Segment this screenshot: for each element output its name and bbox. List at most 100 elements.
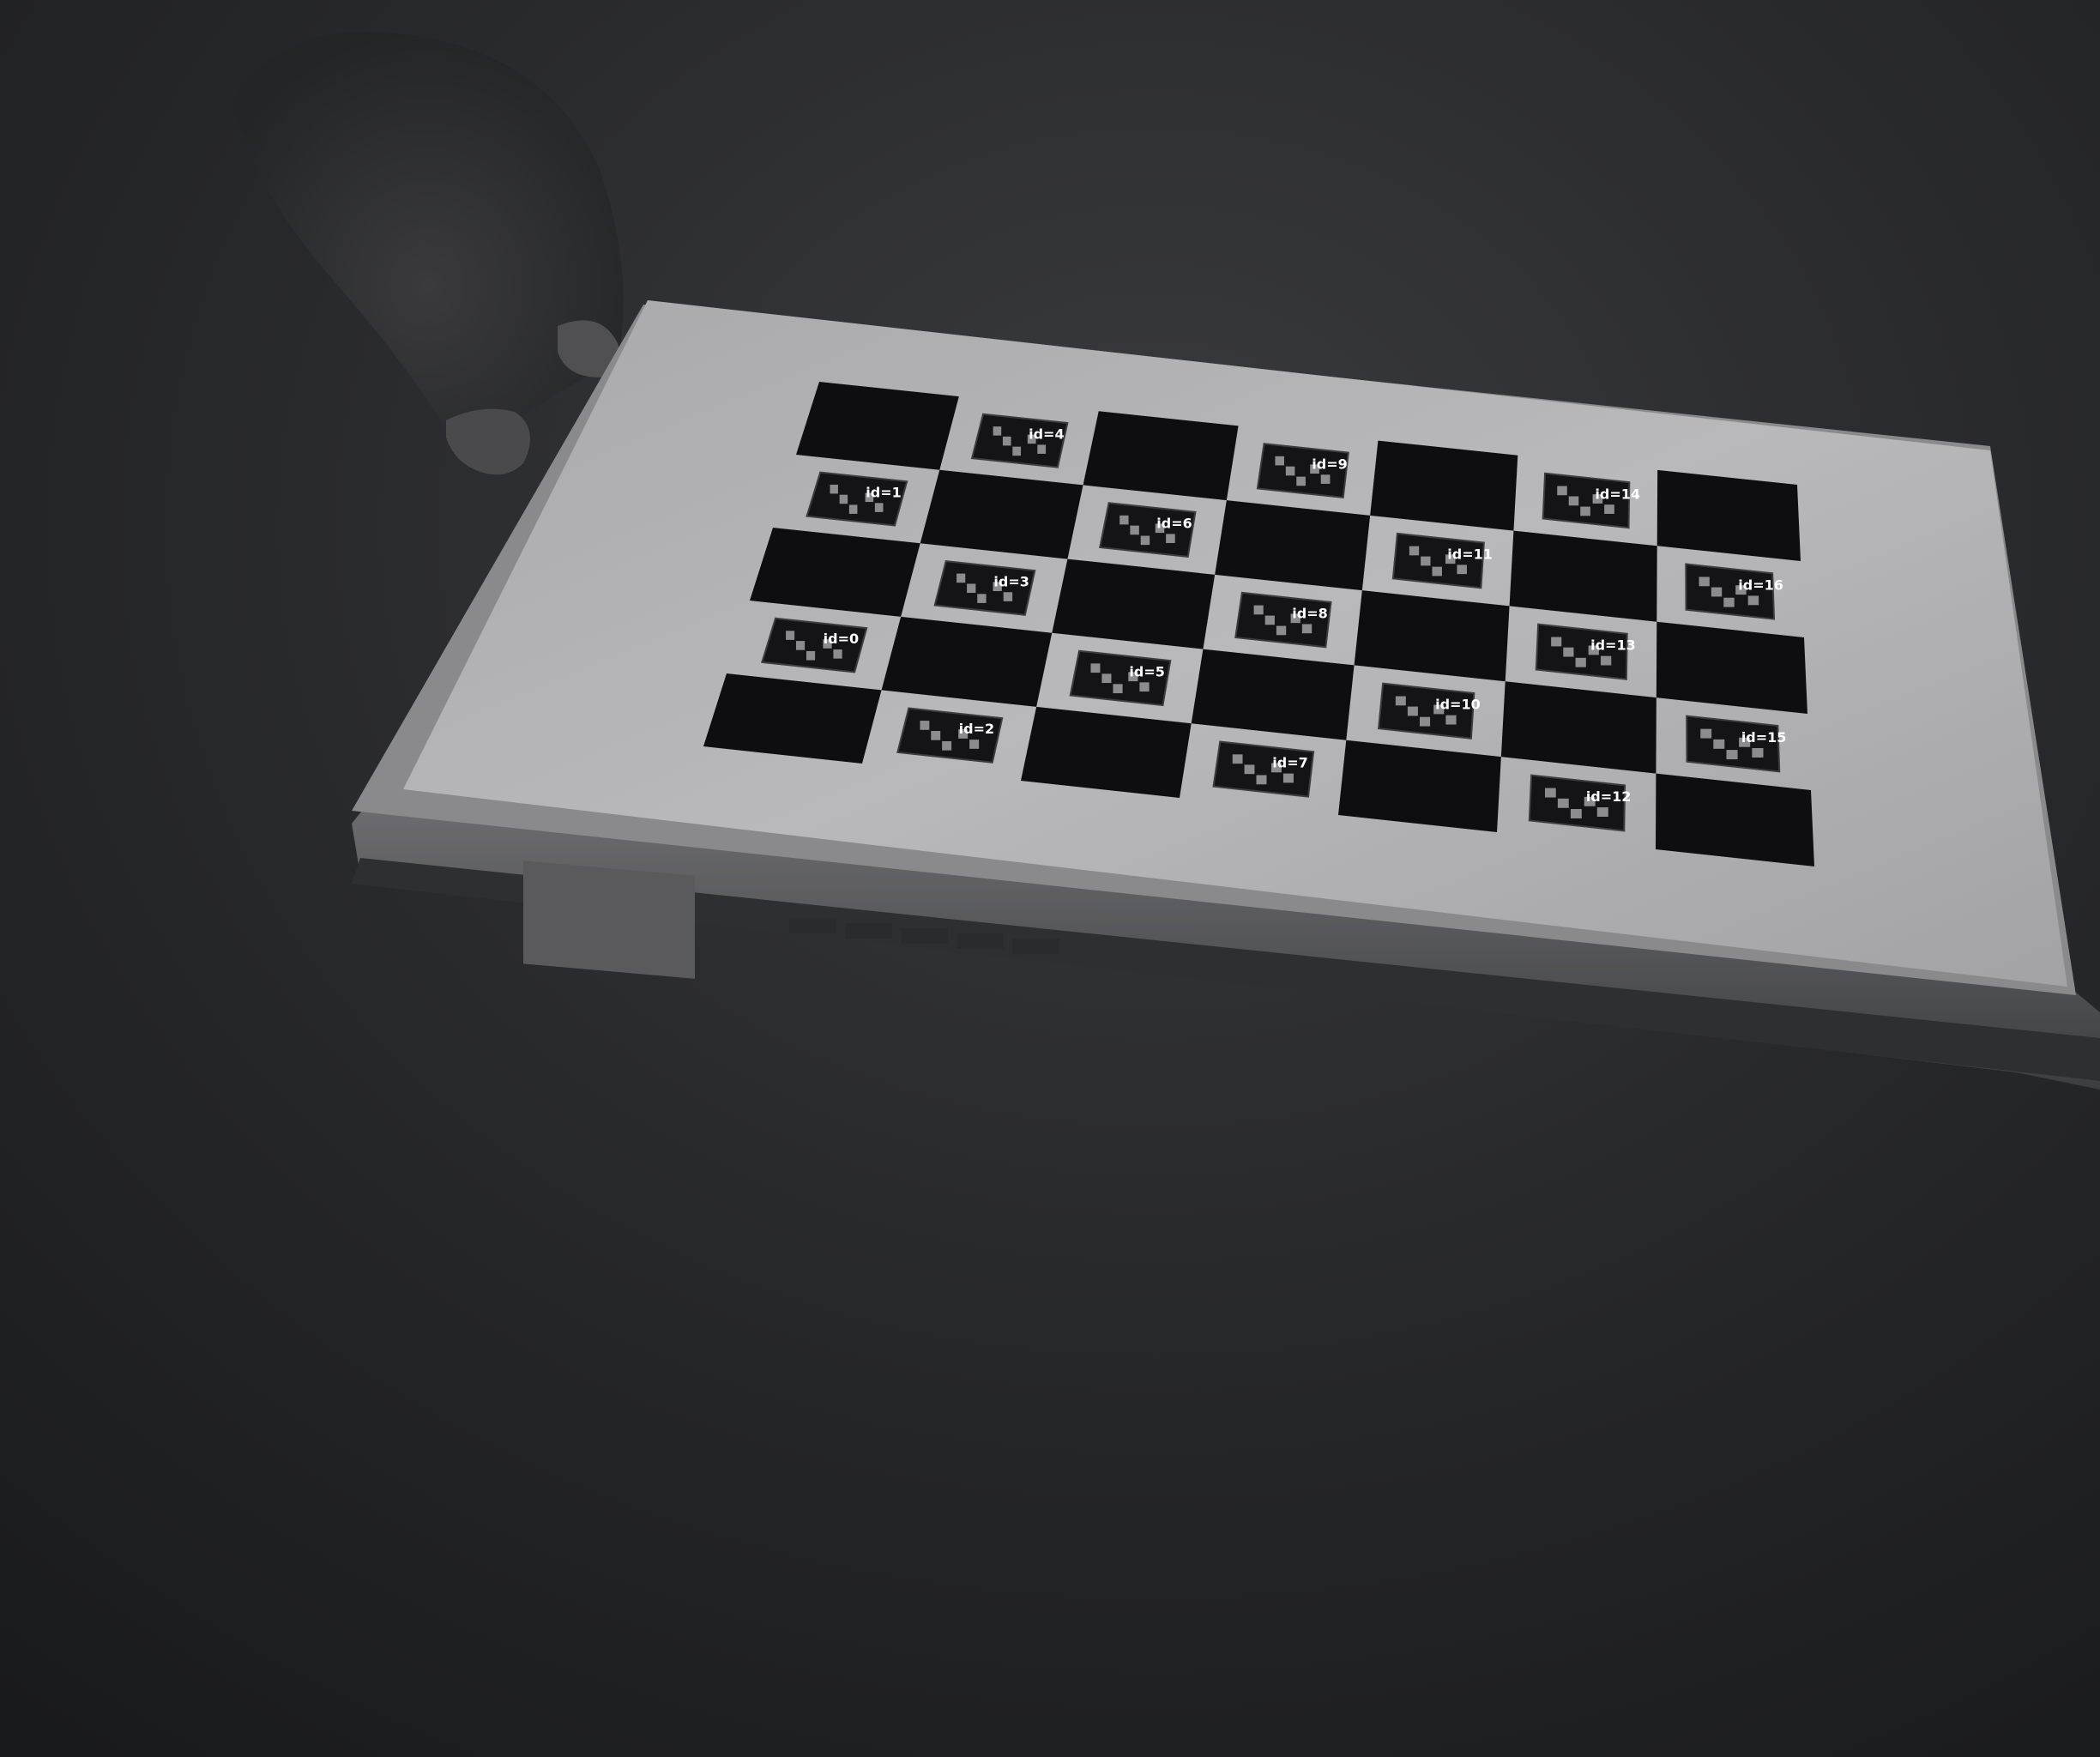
marker-bit (1012, 446, 1022, 456)
marker-bit (993, 426, 1002, 436)
marker-bit (1726, 750, 1738, 760)
aruco-marker: id=8 (1234, 591, 1332, 649)
marker-id-label: id=11 (1447, 546, 1493, 563)
aruco-marker: id=1 (806, 471, 908, 527)
marker-bit (1752, 748, 1764, 758)
checker-square (1509, 530, 1657, 622)
marker-bit (1253, 605, 1264, 615)
marker-bit (1037, 444, 1047, 454)
marker-bit (1544, 788, 1556, 798)
marker-bit (1711, 587, 1723, 597)
marker-bit (1563, 647, 1574, 657)
marker-bit (874, 503, 884, 512)
checker-square (1215, 500, 1371, 591)
checker-square (1656, 621, 1807, 714)
marker-bit (1445, 715, 1457, 725)
marker-bit (1713, 739, 1725, 749)
marker-bit (1575, 657, 1586, 667)
marker-bit (1699, 577, 1710, 587)
marker-id-label: id=16 (1738, 577, 1783, 594)
marker-bit (1747, 595, 1759, 606)
aruco-marker: id=13 (1535, 623, 1636, 680)
marker-bit (1457, 565, 1467, 575)
marker-id-label: id=4 (1029, 426, 1064, 443)
marker-bit (848, 504, 858, 514)
marker-bit (1166, 534, 1175, 544)
marker-id-label: id=3 (993, 573, 1029, 589)
checker-square (1083, 411, 1239, 501)
marker-bit (830, 484, 838, 494)
aruco-marker: id=16 (1685, 563, 1783, 620)
marker-bit (1580, 506, 1590, 516)
checker-square (796, 382, 959, 470)
marker-bit (1419, 716, 1431, 727)
marker-bit (1276, 625, 1287, 636)
marker-id-label: id=2 (959, 721, 994, 737)
aruco-marker: id=4 (970, 413, 1069, 468)
marker-bit (806, 650, 816, 661)
camera-frame: id=0 id=1 id=2 id=3 id=4 id=5 id=6 id=7 id=8 id=9… (0, 0, 2100, 1757)
marker-bit (931, 731, 941, 740)
marker-bit (1604, 504, 1614, 514)
marker-bit (1275, 456, 1284, 466)
marker-bit (833, 649, 842, 659)
marker-id-label: id=7 (1272, 755, 1307, 771)
marker-bit (956, 573, 966, 583)
aruco-marker: id=9 (1256, 443, 1349, 498)
marker-bit (1596, 807, 1608, 818)
aruco-marker: id=3 (933, 559, 1036, 616)
aruco-marker: id=2 (896, 707, 1004, 764)
marker-bit (1232, 754, 1243, 764)
marker-id-label: id=1 (866, 485, 901, 501)
marker-id-label: id=10 (1435, 697, 1481, 713)
marker-id-label: id=15 (1741, 729, 1787, 746)
marker-bit (1600, 655, 1612, 666)
marker-bit (1130, 525, 1139, 535)
marker-bit (1285, 466, 1295, 476)
marker-bit (1568, 496, 1579, 506)
marker-bit (1264, 615, 1275, 625)
marker-bit (969, 740, 980, 749)
marker-bit (920, 721, 930, 730)
marker-bit (1409, 546, 1420, 556)
aruco-marker: id=6 (1099, 502, 1197, 558)
marker-id-label: id=9 (1312, 456, 1347, 473)
aruco-marker: id=5 (1069, 649, 1172, 707)
marker-bit (1557, 798, 1569, 808)
marker-bit (786, 631, 795, 640)
aruco-marker: id=12 (1528, 774, 1632, 832)
aruco-marker: id=7 (1212, 740, 1315, 798)
marker-bit (977, 594, 987, 603)
marker-bit (1282, 773, 1294, 783)
marker-bit (1139, 682, 1150, 692)
marker-bit (967, 583, 976, 594)
marker-bit (1296, 476, 1306, 486)
marker-bit (1700, 728, 1712, 739)
aruco-marker: id=15 (1686, 715, 1787, 773)
marker-bit (1432, 566, 1442, 577)
marker-id-label: id=14 (1595, 486, 1640, 502)
marker-bit (942, 740, 952, 751)
marker-bit (1101, 673, 1112, 684)
marker-bit (795, 641, 806, 650)
marker-id-label: id=6 (1156, 516, 1192, 532)
marker-bit (1551, 637, 1562, 647)
marker-bit (1003, 592, 1013, 601)
marker-bit (1395, 696, 1406, 706)
checker-square (920, 469, 1083, 559)
marker-bit (1140, 535, 1150, 546)
marker-id-label: id=8 (1292, 606, 1327, 622)
marker-id-label: id=12 (1586, 788, 1632, 805)
aruco-marker: id=0 (761, 617, 868, 673)
marker-bit (1723, 597, 1735, 607)
marker-id-label: id=0 (824, 631, 859, 647)
marker-bit (1113, 684, 1123, 694)
marker-bit (1244, 764, 1255, 775)
aruco-marker: id=11 (1391, 532, 1493, 589)
laptop-hinge (523, 860, 695, 979)
checker-square (1656, 469, 1801, 561)
marker-id-label: id=13 (1590, 637, 1636, 654)
aruco-marker: id=10 (1377, 682, 1481, 740)
checker-square (1370, 440, 1518, 531)
marker-bit (839, 494, 848, 504)
